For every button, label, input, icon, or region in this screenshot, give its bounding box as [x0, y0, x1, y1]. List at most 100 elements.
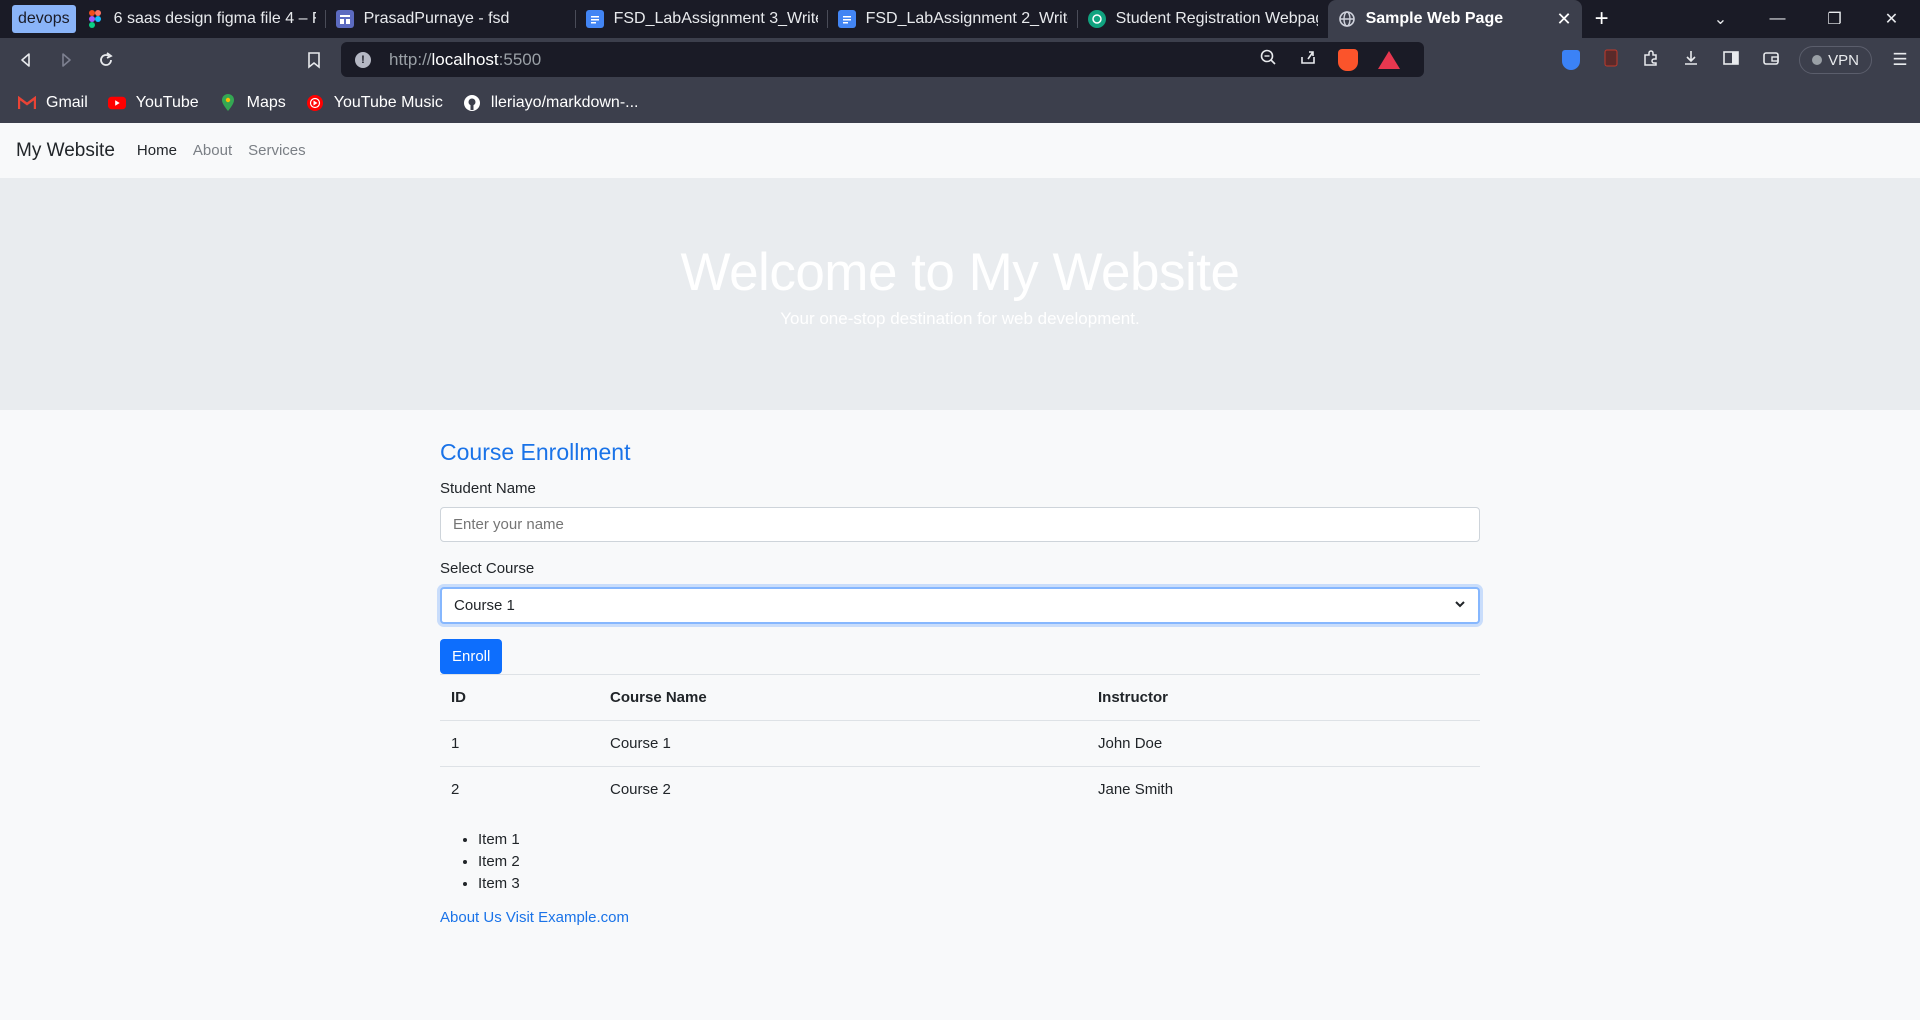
browser-toolbar: ! http://localhost:5500 VPN ☰: [0, 38, 1920, 82]
wallet-icon[interactable]: [1751, 49, 1791, 72]
close-tab-icon[interactable]: ✕: [1557, 9, 1572, 30]
reload-icon[interactable]: [86, 42, 126, 78]
table-row: 1 Course 1 John Doe: [440, 720, 1480, 767]
bitwarden-shield-icon[interactable]: [1562, 50, 1581, 70]
youtube-music-icon: [306, 94, 324, 111]
course-select-value: Course 1: [454, 597, 515, 614]
visit-example-link[interactable]: Visit Example.com: [506, 909, 629, 926]
bookmark-label: Gmail: [46, 93, 88, 111]
bookmark-youtube-music[interactable]: YouTube Music: [306, 94, 443, 112]
cell-id: 2: [440, 766, 599, 813]
youtube-icon: [107, 95, 126, 111]
about-us-link[interactable]: About Us: [440, 909, 502, 926]
toolbar-right: VPN ☰: [1551, 38, 1920, 82]
browser-tab-active[interactable]: Sample Web Page ✕: [1327, 0, 1582, 38]
courses-table: ID Course Name Instructor 1 Course 1 Joh…: [440, 674, 1480, 813]
vpn-status-icon: [1812, 55, 1823, 65]
cell-instructor: Jane Smith: [1087, 766, 1480, 813]
docs-icon: [585, 10, 604, 28]
sidebar-toggle-icon[interactable]: [1711, 49, 1751, 72]
tab-search-chevron-icon[interactable]: ⌄: [1692, 0, 1749, 38]
site-navbar: My Website Home About Services: [0, 123, 1920, 178]
column-header-instructor: Instructor: [1087, 674, 1480, 721]
column-header-id: ID: [440, 674, 599, 721]
bookmark-label: Maps: [246, 93, 286, 111]
enrollment-section: Course Enrollment Student Name Select Co…: [440, 439, 1480, 926]
nav-link-home[interactable]: Home: [137, 142, 177, 159]
download-icon[interactable]: [1671, 49, 1711, 72]
new-tab-button[interactable]: +: [1582, 5, 1622, 33]
site-brand[interactable]: My Website: [16, 140, 115, 162]
forms-icon: [335, 10, 354, 28]
nav-link-about[interactable]: About: [193, 142, 232, 159]
table-header-row: ID Course Name Instructor: [440, 674, 1480, 721]
browser-tab-bar: devops 6 saas design figma file 4 – Figm…: [0, 0, 1920, 38]
hero-jumbotron: Welcome to My Website Your one-stop dest…: [0, 178, 1920, 410]
globe-icon: [1338, 10, 1356, 28]
menu-icon[interactable]: ☰: [1880, 50, 1920, 70]
web-page: My Website Home About Services Welcome t…: [0, 123, 1920, 1020]
gmail-icon: [18, 95, 36, 111]
course-select[interactable]: Course 1: [440, 587, 1480, 624]
brave-rewards-icon[interactable]: [1378, 50, 1400, 69]
extensions-puzzle-icon[interactable]: [1631, 49, 1671, 72]
back-icon[interactable]: [6, 42, 46, 78]
bookmark-youtube[interactable]: YouTube: [107, 93, 199, 112]
browser-tab[interactable]: Student Registration Webpage: [1078, 0, 1328, 38]
list-item: Item 1: [478, 829, 1480, 851]
bookmark-gmail[interactable]: Gmail: [18, 94, 88, 112]
url-scheme: http://: [389, 49, 432, 69]
chevron-down-icon: [1454, 598, 1466, 613]
github-icon: [463, 94, 481, 111]
address-bar[interactable]: ! http://localhost:5500: [341, 42, 1424, 77]
bookmark-label: YouTube Music: [333, 93, 443, 111]
tab-title: FSD_LabAssignment 2_Writeup: [865, 10, 1068, 27]
list-item: Item 2: [478, 851, 1480, 873]
tab-title: Sample Web Page: [1365, 10, 1504, 27]
site-info-icon[interactable]: !: [355, 51, 371, 68]
restore-icon[interactable]: ❐: [1806, 0, 1863, 38]
hero-subtitle: Your one-stop destination for web develo…: [780, 309, 1140, 328]
bookmark-label: YouTube: [135, 93, 199, 111]
zoom-icon[interactable]: [1248, 48, 1288, 71]
column-header-course-name: Course Name: [599, 674, 1087, 721]
browser-tab[interactable]: 6 saas design figma file 4 – Figma: [76, 0, 326, 38]
cell-course-name: Course 2: [599, 766, 1087, 813]
tab-title: FSD_LabAssignment 3_Writeup: [613, 10, 818, 27]
share-icon[interactable]: [1288, 48, 1328, 71]
bookmark-maps[interactable]: Maps: [219, 93, 286, 112]
url-text[interactable]: http://localhost:5500: [389, 50, 541, 70]
table-row: 2 Course 2 Jane Smith: [440, 766, 1480, 813]
brave-shields-icon[interactable]: [1338, 48, 1358, 71]
bookmark-icon[interactable]: [294, 42, 334, 78]
bookmark-label: lleriayo/markdown-...: [490, 93, 639, 111]
url-host: localhost: [431, 49, 499, 69]
student-name-input[interactable]: [440, 507, 1480, 542]
extension-pdf-icon[interactable]: [1591, 49, 1631, 72]
vpn-label: VPN: [1828, 51, 1859, 69]
maps-icon: [219, 93, 237, 111]
tab-title: PrasadPurnaye - fsd: [363, 10, 510, 27]
student-name-label: Student Name: [440, 480, 536, 497]
footer-links: About Us Visit Example.com: [440, 909, 1480, 926]
browser-tab[interactable]: FSD_LabAssignment 2_Writeup: [828, 0, 1078, 38]
section-title: Course Enrollment: [440, 439, 631, 465]
vpn-button[interactable]: VPN: [1799, 46, 1872, 74]
close-window-icon[interactable]: ✕: [1863, 0, 1920, 38]
figma-icon: [86, 10, 104, 28]
forward-icon[interactable]: [46, 42, 86, 78]
enroll-button[interactable]: Enroll: [440, 639, 503, 674]
bookmark-github[interactable]: lleriayo/markdown-...: [463, 94, 639, 112]
window-controls: ⌄ — ❐ ✕: [1692, 0, 1920, 38]
select-course-label: Select Course: [440, 560, 535, 577]
browser-tab[interactable]: FSD_LabAssignment 3_Writeup: [576, 0, 828, 38]
tab-title: 6 saas design figma file 4 – Figma: [113, 10, 316, 27]
nav-link-services[interactable]: Services: [248, 142, 306, 159]
minimize-icon[interactable]: —: [1749, 0, 1806, 38]
browser-tab[interactable]: PrasadPurnaye - fsd: [326, 0, 576, 38]
item-list: Item 1 Item 2 Item 3: [440, 829, 1480, 895]
cell-course-name: Course 1: [599, 720, 1087, 767]
bookmarks-bar: Gmail YouTube Maps YouTube Music lleriay…: [0, 82, 1920, 123]
address-bar-actions: [1248, 48, 1410, 71]
tab-group-label[interactable]: devops: [12, 5, 76, 33]
